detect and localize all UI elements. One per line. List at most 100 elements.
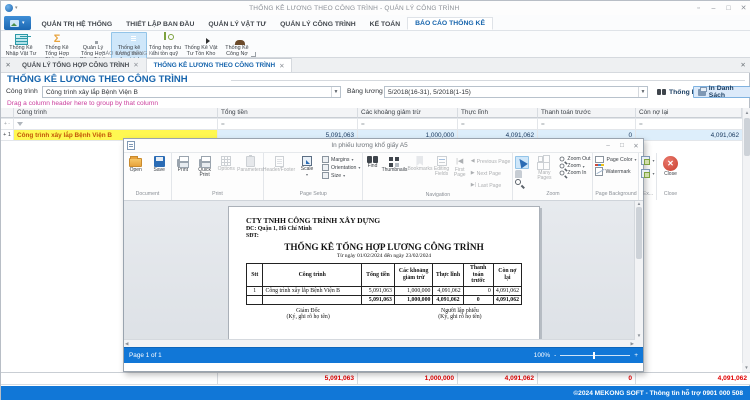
minimize-button[interactable]: – [706,2,721,15]
zoom-slider[interactable] [560,355,630,356]
dialog-minimize-button[interactable]: – [601,142,615,149]
filter-cell-con-no-lai[interactable]: = [636,119,742,129]
pointer-tool-button[interactable] [515,156,529,169]
column-header-thanh-toan-truoc[interactable]: Thanh toán trước [538,108,636,118]
ribbon-tab-thiet-lap-ban-dau[interactable]: THIẾT LẬP BAN ĐẦU [119,19,201,30]
ribbon-tab-ke-toan[interactable]: KẾ TOÁN [363,19,407,30]
print-button[interactable]: Print [172,155,194,173]
filter-cell-tong-tien[interactable]: = [218,119,358,129]
tabstrip-right-close-icon[interactable]: ✕ [735,58,750,72]
money-icon [164,32,166,40]
bookmark-icon [416,156,423,166]
quick-print-button[interactable]: Quick Print [194,155,216,179]
export-document-button[interactable]: ▾ [641,156,654,165]
dialog-close-button[interactable]: ✕ [629,142,643,150]
preview-toolbar: Open Save Document Print Quick Print Opt… [124,152,643,201]
zoom-in-button[interactable]: Zoom In [559,170,590,176]
chevron-down-icon[interactable]: ▼ [638,87,647,97]
filter-cell-thuc-linh[interactable]: = [458,119,538,129]
tab-close-icon[interactable]: ✕ [133,61,138,69]
close-button[interactable]: ✕ [736,2,750,15]
ribbon-tab-quan-ly-vat-tu[interactable]: QUẢN LÝ VẬT TƯ [201,19,273,30]
dialog-maximize-button[interactable]: □ [615,142,629,149]
chevron-down-icon[interactable]: ▼ [331,87,340,97]
magnifier-tool-button[interactable] [515,179,529,185]
previous-page-button: ◀Previous Page [471,156,511,167]
column-header-cac-khoang-giam-tru[interactable]: Các khoảng giảm trừ [358,108,458,118]
grid-summary-row: 5,091,063 1,000,000 4,091,062 0 4,091,06… [1,372,750,385]
column-header-cong-trinh[interactable]: Công trình [14,108,218,118]
scrollbar-thumb[interactable] [744,118,750,156]
preview-page: CTY TNHH CÔNG TRÌNH XÂY DỰNG ĐC: Quận 1,… [228,206,540,347]
tab-thong-ke-luong-theo-cong-trinh[interactable]: THỐNG KÊ LƯƠNG THEO CÔNG TRÌNH ✕ [147,58,293,72]
scroll-up-icon[interactable]: ▲ [635,201,643,206]
page-color-button[interactable]: Page Color▾ [595,156,636,163]
save-button[interactable]: Save [148,155,172,173]
send-document-button[interactable]: ▾ [641,169,654,178]
row-indicator-cell: + 1 [1,130,14,140]
preview-horizontal-scrollbar[interactable]: ◀ ▶ [124,339,635,347]
hand-tool-button[interactable] [515,170,529,178]
find-button[interactable]: Find [363,155,381,169]
report-title: THỐNG KÊ TỔNG HỢP LƯƠNG CÔNG TRÌNH [246,242,522,252]
open-button[interactable]: Open [124,155,148,173]
watermark-icon [595,167,603,176]
tab-close-icon[interactable]: ✕ [279,62,284,70]
report-table: Stt Công trình Tổng tiền Các khoảng giảm… [246,263,522,305]
app-menu-button[interactable]: ▾ [4,16,31,30]
title-rule [231,80,745,81]
print-preview-dialog: In phiếu lương khổ giấy A5 – □ ✕ Open Sa… [123,138,644,372]
scroll-right-icon[interactable]: ▶ [631,341,634,347]
company-name: CTY TNHH CÔNG TRÌNH XÂY DỰNG [246,216,522,225]
status-text: ©2024 MEKONG SOFT - Thông tin hỗ trợ 090… [573,390,743,397]
filter-form: Công trình Công trình xây lắp Bệnh Viện … [1,86,750,99]
ribbon-tab-quan-ly-cong-trinh[interactable]: QUẢN LÝ CÔNG TRÌNH [273,19,363,30]
group-dialog-launcher-icon[interactable] [251,52,256,57]
tab-quan-ly-tong-hop-cong-trinh[interactable]: QUẢN LÝ TỔNG HỢP CÔNG TRÌNH ✕ [15,58,147,72]
zoom-slider-thumb[interactable] [593,352,595,359]
preview-vertical-scrollbar[interactable]: ▲ ▼ [634,201,643,347]
print-list-button[interactable]: In Danh Sách [693,86,750,98]
window-options-button[interactable]: ▫ [691,2,706,15]
payroll-combobox[interactable]: 5/2018(16-31), 5/2018(1-15) ▼ [384,86,648,98]
ribbon-tab-bao-cao-thong-ke[interactable]: BÁO CÁO THỐNG KÊ [407,17,493,30]
close-preview-button[interactable]: ✕Close [657,155,683,177]
margins-button[interactable]: Margins▾ [322,156,360,163]
many-pages-icon [538,156,543,162]
size-button[interactable]: Size▾ [322,172,360,179]
filter-cell-thanh-toan-truoc[interactable]: = [538,119,636,129]
zoom-out-button[interactable]: Zoom Out [559,156,590,162]
sign-left-sub: (Ký, ghi rõ họ tên) [246,314,370,320]
filter-indicator-cell: + - [1,119,14,129]
filter-cell-cong-trinh[interactable] [14,119,218,129]
scroll-up-icon[interactable]: ▲ [743,108,750,117]
column-header-tong-tien[interactable]: Tổng tiền [218,108,358,118]
column-header-con-no-lai[interactable]: Còn nợ lại [636,108,742,118]
scale-button[interactable]: Scale▾ [294,155,320,177]
summary-thanh-toan-truoc: 0 [538,373,636,385]
construction-combobox[interactable]: Công trình xây lắp Bệnh Viện B ▼ [42,86,341,98]
scroll-down-icon[interactable]: ▼ [742,363,750,372]
payroll-label: Bảng lương [347,88,383,95]
watermark-button[interactable]: Watermark [595,167,636,176]
scroll-left-icon[interactable]: ◀ [125,341,128,347]
filter-cell-giam-tru[interactable]: = [358,119,458,129]
maximize-button[interactable]: □ [721,2,736,15]
zoom-button[interactable]: Zoom▾ [559,163,590,169]
zoom-minus-button[interactable]: - [554,352,556,359]
send-icon [641,169,650,178]
app-logo-icon [5,4,13,12]
orientation-button[interactable]: Orientation▾ [322,164,360,171]
dialog-titlebar[interactable]: In phiếu lương khổ giấy A5 – □ ✕ [124,139,643,152]
ribbon-tab-quan-tri-he-thong[interactable]: QUẢN TRỊ HỆ THỐNG [35,19,120,30]
scroll-down-icon[interactable]: ▼ [635,333,643,338]
dialog-title: In phiếu lương khổ giấy A5 [138,142,601,149]
zoom-plus-button[interactable]: + [634,352,638,359]
tabstrip-close-icon[interactable]: ✕ [1,58,15,72]
grid-vertical-scrollbar[interactable]: ▲ [742,108,750,372]
scrollbar-thumb[interactable] [636,207,642,259]
column-header-thuc-linh[interactable]: Thực lĩnh [458,108,538,118]
filter-funnel-icon [17,122,23,126]
thumbnails-button[interactable]: Thumbnails [382,155,408,173]
cell-con-no-lai[interactable]: 4,091,062 [636,130,742,140]
